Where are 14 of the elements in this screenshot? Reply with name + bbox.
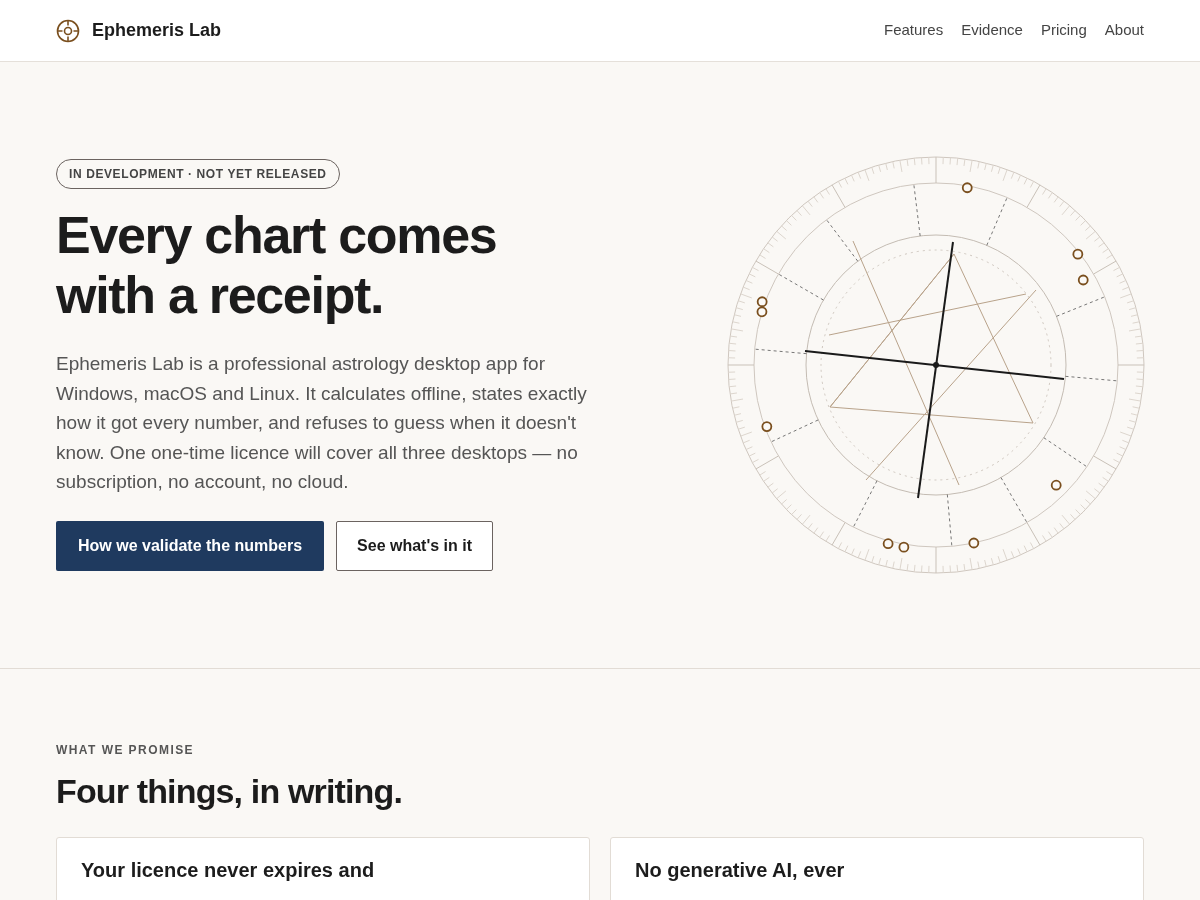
- brand-name[interactable]: Ephemeris Lab: [92, 17, 222, 44]
- nav-link[interactable]: Evidence: [961, 19, 1023, 42]
- nav-link[interactable]: Pricing: [1040, 19, 1087, 42]
- features-button[interactable]: See what's in it: [336, 520, 493, 571]
- card-title: No generative AI, ever: [635, 858, 846, 882]
- validate-button[interactable]: How we validate the numbers: [56, 520, 325, 571]
- card-title: Your licence never expires and: [81, 858, 376, 882]
- logo-icon: [56, 18, 80, 43]
- section-eyebrow: WHAT WE PROMISE: [56, 742, 196, 759]
- hero-heading: Every chart comes with a receipt.: [56, 205, 498, 326]
- hero-description: Ephemeris Lab is a professional astrology desktop app for Windows, macOS and Linux. It calculates offline, states exactly how it got every number, and refuses to guess when it doesn't know. One one-time licence will cover all three desktops — no subscription, no account, no cloud.: [56, 352, 588, 495]
- section-heading: Four things, in writing.: [56, 771, 403, 811]
- nav-link[interactable]: About: [1104, 19, 1144, 42]
- nav-link[interactable]: Features: [884, 19, 944, 42]
